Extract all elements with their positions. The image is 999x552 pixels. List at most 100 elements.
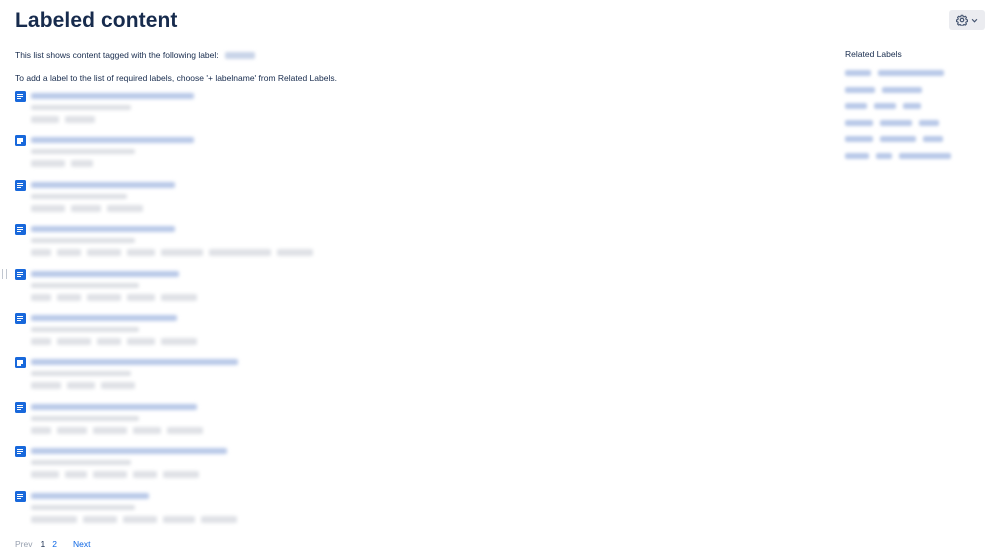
result-label[interactable]: [65, 116, 95, 123]
result-label[interactable]: [93, 471, 127, 479]
related-labels-heading: Related Labels: [845, 49, 902, 59]
related-label-link[interactable]: [845, 70, 871, 77]
related-label-link[interactable]: [882, 86, 922, 93]
result-title-link[interactable]: [31, 314, 177, 321]
pagination-page-2[interactable]: 2: [52, 539, 57, 549]
related-label-link[interactable]: [874, 103, 896, 110]
intro-instructions: To add a label to the list of required l…: [15, 73, 337, 83]
result-label[interactable]: [127, 293, 155, 301]
result-item: [15, 312, 775, 356]
result-label[interactable]: [133, 426, 161, 434]
related-label-link[interactable]: [880, 136, 916, 143]
related-labels-row: [845, 131, 995, 148]
result-label[interactable]: [71, 204, 101, 212]
result-label[interactable]: [57, 249, 81, 257]
result-label[interactable]: [31, 160, 65, 168]
related-labels-row: [845, 82, 995, 99]
page-icon: [15, 135, 26, 147]
result-label[interactable]: [123, 515, 157, 523]
result-label[interactable]: [31, 382, 61, 390]
pagination-next[interactable]: Next: [73, 539, 90, 549]
result-label[interactable]: [161, 293, 197, 301]
related-label-link[interactable]: [845, 152, 869, 159]
related-labels-row: [845, 148, 995, 165]
related-label-link[interactable]: [919, 119, 939, 126]
related-label-link[interactable]: [903, 103, 921, 110]
result-title-link[interactable]: [31, 492, 149, 499]
result-labels: [31, 204, 143, 212]
result-title-link[interactable]: [31, 448, 227, 455]
pagination-prev: Prev: [15, 539, 33, 549]
related-label-link[interactable]: [845, 119, 873, 126]
result-title-link[interactable]: [31, 93, 194, 99]
related-labels-row: [845, 115, 995, 132]
result-label[interactable]: [57, 293, 81, 301]
result-labels: [31, 337, 197, 345]
related-labels-row: [845, 65, 995, 82]
result-label[interactable]: [31, 116, 59, 123]
related-label-link[interactable]: [876, 152, 892, 159]
result-label[interactable]: [161, 337, 197, 345]
resize-handle[interactable]: [2, 269, 7, 279]
result-labels: [31, 293, 197, 301]
result-label[interactable]: [31, 249, 51, 257]
related-label-link[interactable]: [880, 119, 912, 126]
result-label[interactable]: [163, 515, 195, 523]
result-label[interactable]: [101, 382, 135, 390]
result-label[interactable]: [201, 515, 237, 523]
page-icon: [15, 224, 26, 236]
related-label-link[interactable]: [845, 136, 873, 143]
result-title-link[interactable]: [31, 270, 179, 277]
related-label-link[interactable]: [923, 136, 943, 143]
related-label-link[interactable]: [845, 86, 875, 93]
result-title-link[interactable]: [31, 226, 175, 233]
result-labels: [31, 116, 95, 123]
result-title-link[interactable]: [31, 137, 194, 144]
result-label[interactable]: [31, 293, 51, 301]
result-label[interactable]: [67, 382, 95, 390]
result-label[interactable]: [133, 471, 157, 479]
related-label-link[interactable]: [899, 152, 951, 159]
result-label[interactable]: [31, 426, 51, 434]
result-title-link[interactable]: [31, 403, 197, 410]
result-breadcrumb: [31, 371, 131, 377]
result-label[interactable]: [277, 249, 313, 257]
related-label-link[interactable]: [845, 103, 867, 110]
settings-button[interactable]: [949, 10, 985, 30]
result-label[interactable]: [97, 337, 121, 345]
result-label[interactable]: [71, 160, 93, 168]
result-label[interactable]: [127, 337, 155, 345]
page-icon: [15, 179, 26, 191]
result-item: [15, 490, 775, 534]
result-item: [15, 90, 775, 134]
result-label[interactable]: [107, 204, 143, 212]
related-label-link[interactable]: [878, 70, 944, 77]
intro-label-line: This list shows content tagged with the …: [15, 50, 256, 60]
result-title-link[interactable]: [31, 359, 238, 366]
pagination: Prev 1 2 Next: [15, 539, 90, 549]
result-label[interactable]: [57, 426, 87, 434]
result-label[interactable]: [93, 426, 127, 434]
pagination-page-1[interactable]: 1: [40, 539, 45, 549]
result-label[interactable]: [167, 426, 203, 434]
result-label[interactable]: [127, 249, 155, 257]
result-item: [15, 134, 775, 178]
result-label[interactable]: [57, 337, 91, 345]
result-label[interactable]: [209, 249, 271, 257]
result-label[interactable]: [161, 249, 203, 257]
result-label[interactable]: [87, 293, 121, 301]
result-labels: [31, 515, 237, 523]
result-label[interactable]: [87, 249, 121, 257]
result-breadcrumb: [31, 105, 131, 110]
result-label[interactable]: [65, 471, 87, 479]
result-label[interactable]: [31, 337, 51, 345]
gear-icon: [956, 14, 968, 26]
result-label[interactable]: [163, 471, 199, 479]
current-label-link[interactable]: [225, 52, 256, 60]
result-title-link[interactable]: [31, 181, 175, 188]
result-label[interactable]: [83, 515, 117, 523]
result-label[interactable]: [31, 204, 65, 212]
result-label[interactable]: [31, 471, 59, 479]
result-breadcrumb: [31, 504, 135, 510]
result-label[interactable]: [31, 515, 77, 523]
